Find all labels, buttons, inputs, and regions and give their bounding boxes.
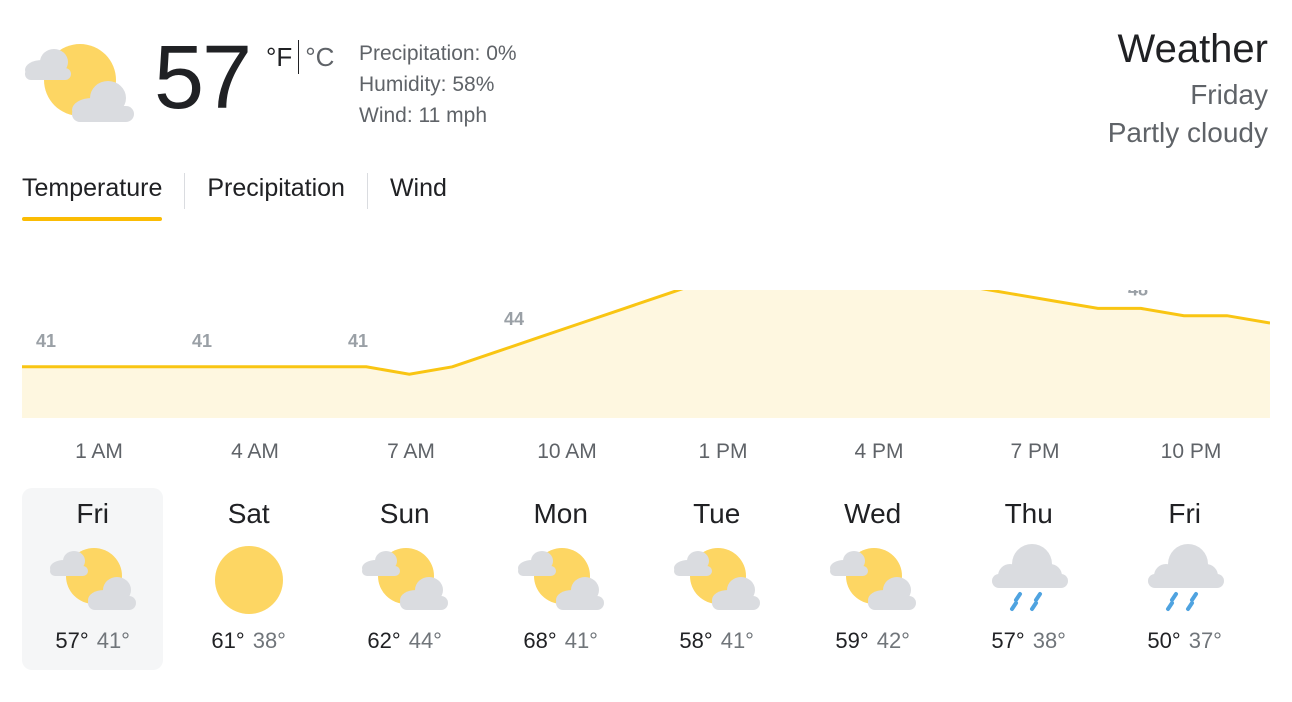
forecast-day-name: Fri xyxy=(76,498,110,529)
precipitation-text: Precipitation: 0% xyxy=(359,42,517,65)
forecast-low: 38° xyxy=(1032,628,1066,653)
rain-icon xyxy=(1148,544,1224,611)
temperature-label: 41 xyxy=(192,331,212,351)
forecast-day-name: Fri xyxy=(1168,498,1202,529)
partly-cloudy-icon xyxy=(50,548,136,610)
forecast-day-tue[interactable]: Tue 58° 41° xyxy=(646,488,787,670)
forecast-day-fri[interactable]: Fri 50° 37° xyxy=(1114,488,1255,670)
tab-divider xyxy=(366,173,368,209)
forecast-day-wed[interactable]: Wed 59° 42° xyxy=(802,488,943,670)
forecast-day-fri[interactable]: Fri 57° 41° xyxy=(22,488,164,670)
forecast-day-name: Tue xyxy=(693,498,741,529)
forecast-temps: 58° 41° xyxy=(646,628,787,654)
temperature-chart: 4141414453555148 xyxy=(22,290,1270,418)
forecast-day-name: Sat xyxy=(227,498,270,529)
forecast-low: 44° xyxy=(408,628,442,653)
forecast-low: 41° xyxy=(720,628,754,653)
forecast-day-thu[interactable]: Thu 57° 38° xyxy=(958,488,1099,670)
page-title: Weather xyxy=(1117,27,1268,71)
forecast-high: 62° xyxy=(367,628,401,653)
unit-divider xyxy=(298,40,300,74)
forecast-high: 57° xyxy=(991,628,1025,653)
current-condition: Partly cloudy xyxy=(1107,117,1268,148)
hour-label: 7 AM xyxy=(387,440,435,463)
current-temperature: 57 xyxy=(154,28,252,128)
celsius-toggle[interactable]: °C xyxy=(305,42,334,73)
hour-label: 1 PM xyxy=(698,440,748,463)
forecast-temps: 50° 37° xyxy=(1114,628,1255,654)
daily-forecast: Fri 57° 41° Sat 61° 38° Sun 62° 44° Mon … xyxy=(22,488,1270,670)
tab-wind[interactable]: Wind xyxy=(390,174,447,209)
forecast-day-name: Sun xyxy=(379,498,430,529)
temperature-label: 41 xyxy=(36,331,56,351)
hour-label: 4 AM xyxy=(231,440,279,463)
weather-details: Precipitation: 0% Humidity: 58% Wind: 11… xyxy=(359,38,517,131)
forecast-high: 58° xyxy=(679,628,713,653)
forecast-low: 41° xyxy=(96,628,130,653)
forecast-high: 57° xyxy=(55,628,89,653)
title-block: Weather Friday Partly cloudy xyxy=(1108,26,1268,152)
sunny-icon xyxy=(215,546,283,614)
hour-label: 7 PM xyxy=(1010,440,1060,463)
temperature-label: 48 xyxy=(1128,290,1148,300)
temperature-area xyxy=(22,290,1270,418)
fahrenheit-toggle[interactable]: °F xyxy=(266,42,292,73)
chart-tabs: Temperature Precipitation Wind xyxy=(22,170,447,221)
hour-label: 4 PM xyxy=(854,440,904,463)
forecast-day-name: Thu xyxy=(1004,498,1053,529)
tab-temperature[interactable]: Temperature xyxy=(22,174,163,221)
forecast-high: 50° xyxy=(1147,628,1181,653)
partly-cloudy-icon xyxy=(674,548,760,610)
partly-cloudy-icon xyxy=(830,548,916,610)
forecast-day-sat[interactable]: Sat 61° 38° xyxy=(178,488,319,670)
forecast-low: 41° xyxy=(564,628,598,653)
hour-label: 10 PM xyxy=(1160,440,1222,463)
forecast-day-mon[interactable]: Mon 68° 41° xyxy=(490,488,631,670)
rain-icon xyxy=(992,544,1068,611)
forecast-high: 61° xyxy=(211,628,245,653)
partly-cloudy-icon xyxy=(362,548,448,610)
forecast-day-name: Wed xyxy=(844,498,902,529)
forecast-low: 38° xyxy=(252,628,286,653)
forecast-temps: 57° 38° xyxy=(958,628,1099,654)
forecast-day-sun[interactable]: Sun 62° 44° xyxy=(334,488,475,670)
forecast-temps: 62° 44° xyxy=(334,628,475,654)
forecast-day-name: Mon xyxy=(533,498,588,529)
tab-divider xyxy=(184,173,186,209)
forecast-temps: 59° 42° xyxy=(802,628,943,654)
partly-cloudy-icon xyxy=(518,548,604,610)
partly-cloudy-icon xyxy=(25,44,134,122)
temperature-label: 41 xyxy=(348,331,368,351)
forecast-temps: 57° 41° xyxy=(22,628,163,654)
current-day: Friday xyxy=(1190,79,1268,110)
forecast-high: 59° xyxy=(835,628,869,653)
forecast-low: 42° xyxy=(876,628,910,653)
unit-toggle: °F °C xyxy=(266,40,334,76)
hour-label: 10 AM xyxy=(537,440,597,463)
forecast-low: 37° xyxy=(1188,628,1222,653)
hour-label: 1 AM xyxy=(75,440,123,463)
hour-axis: 1 AM 4 AM 7 AM 10 AM 1 PM 4 PM 7 PM 10 PM xyxy=(22,440,1270,470)
forecast-temps: 61° 38° xyxy=(178,628,319,654)
forecast-high: 68° xyxy=(523,628,557,653)
humidity-text: Humidity: 58% xyxy=(359,73,495,96)
temperature-label: 44 xyxy=(504,309,524,329)
wind-text: Wind: 11 mph xyxy=(359,104,487,127)
tab-precipitation[interactable]: Precipitation xyxy=(207,174,345,209)
forecast-temps: 68° 41° xyxy=(490,628,631,654)
